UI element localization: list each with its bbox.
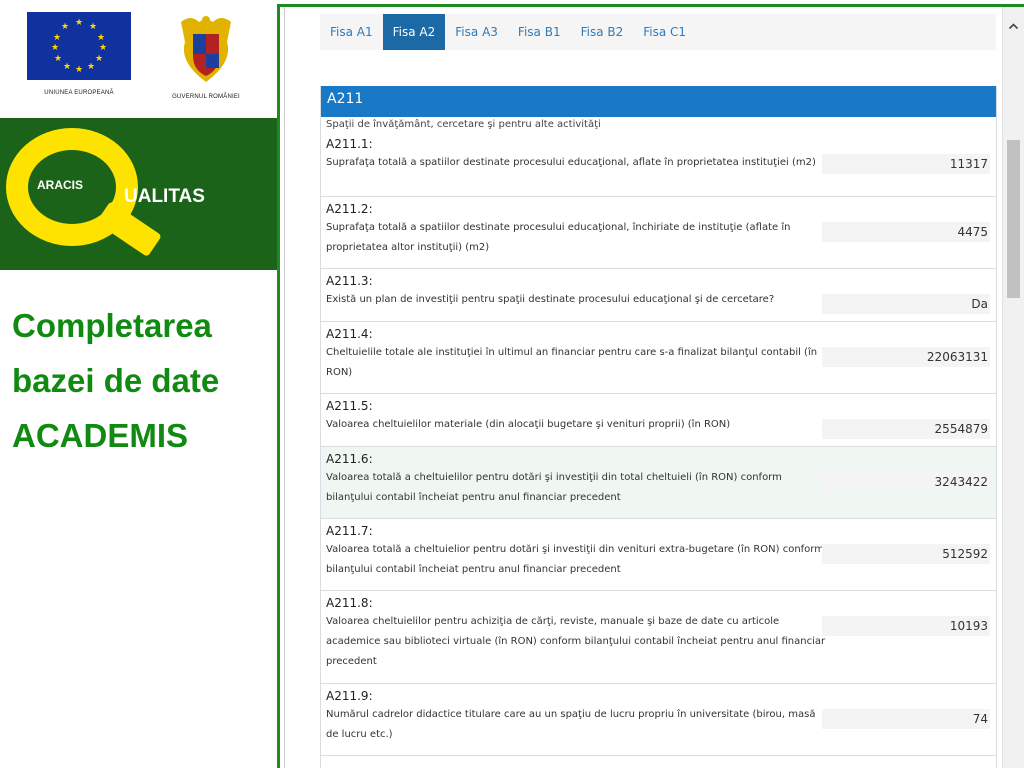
row-description: Numărul cadrelor didactice titulare care…	[326, 709, 816, 740]
row-code: A211.4:	[326, 327, 373, 341]
eu-logo: ★ ★ ★ ★ ★ ★ ★ ★ ★ ★ ★ ★ UNIUNEA EUROPEAN…	[26, 12, 132, 96]
table-row: A211.8: Valoarea cheltuielilor pentru ac…	[321, 591, 996, 684]
slide-title: Completarea bazei de date ACADEMIS	[12, 298, 274, 463]
slide-left-panel: ★ ★ ★ ★ ★ ★ ★ ★ ★ ★ ★ ★ UNIUNEA EUROPEAN…	[0, 0, 277, 768]
tab-fisa-b2[interactable]: Fisa B2	[571, 14, 634, 50]
row-description: Cheltuielile totale ale instituţiei în u…	[326, 347, 818, 378]
panel-subtitle: Spaţii de învăţământ, cercetare şi pentr…	[326, 119, 601, 130]
coat-of-arms-icon	[177, 12, 235, 84]
row-code: A211.9:	[326, 689, 373, 703]
row-value[interactable]: 512592	[822, 544, 990, 564]
row-description: Valoarea cheltuielilor pentru achiziţia …	[326, 616, 826, 667]
row-description: Există un plan de investiţii pentru spaţ…	[326, 294, 775, 305]
table-row: A211.2: Suprafaţa totală a spatiilor des…	[321, 197, 996, 269]
row-value[interactable]: 4475	[822, 222, 990, 242]
aracis-label: ARACIS	[37, 178, 84, 192]
row-description: Valoarea totală a cheltuielior pentru do…	[326, 544, 824, 575]
row-value[interactable]: 3243422	[822, 472, 990, 492]
row-code: A211.2:	[326, 202, 373, 216]
slide-title-line: Completarea	[12, 307, 212, 344]
row-value[interactable]: 10193	[822, 616, 990, 636]
table-row: A211.7: Valoarea totală a cheltuielior p…	[321, 519, 996, 591]
row-code: A211.1:	[326, 137, 373, 151]
slide-title-line: bazei de date	[12, 362, 220, 399]
row-value[interactable]: 22063131	[822, 347, 990, 367]
chevron-up-icon[interactable]	[1008, 21, 1019, 32]
scrollbar-thumb[interactable]	[1007, 140, 1020, 298]
tab-fisa-a3[interactable]: Fisa A3	[445, 14, 508, 50]
tab-fisa-b1[interactable]: Fisa B1	[508, 14, 571, 50]
row-description: Suprafaţa totală a spatiilor destinate p…	[326, 157, 816, 168]
government-logo: GUVERNUL ROMÂNIEI	[158, 12, 254, 100]
academis-screenshot: Fisa A1 Fisa A2 Fisa A3 Fisa B1 Fisa B2 …	[277, 4, 1024, 768]
table-row: A211.9: Numărul cadrelor didactice titul…	[321, 684, 996, 756]
table-row: A211.3: Există un plan de investiţii pen…	[321, 269, 996, 322]
qualitas-label: UALITAS	[124, 186, 205, 207]
row-code: A211.5:	[326, 399, 373, 413]
row-code: A211.3:	[326, 274, 373, 288]
table-row: A211.4: Cheltuielile totale ale instituţ…	[321, 322, 996, 394]
row-value[interactable]: 74	[822, 709, 990, 729]
panel-title: A211	[321, 86, 996, 117]
row-code: A211.7:	[326, 524, 373, 538]
table-row-highlighted: A211.6: Valoarea totală a cheltuielilor …	[321, 447, 996, 519]
tab-fisa-a1[interactable]: Fisa A1	[320, 14, 383, 50]
vertical-scrollbar[interactable]	[1002, 7, 1024, 768]
row-code: A211.8:	[326, 596, 373, 610]
aracis-qualitas-logo: ARACIS UALITAS	[0, 118, 277, 270]
row-value[interactable]: 11317	[822, 154, 990, 174]
eu-flag-icon: ★ ★ ★ ★ ★ ★ ★ ★ ★ ★ ★ ★	[27, 12, 131, 80]
tab-fisa-c1[interactable]: Fisa C1	[633, 14, 696, 50]
row-description: Valoarea totală a cheltuielilor pentru d…	[326, 472, 782, 503]
row-description: Suprafaţa totală a spatiilor destinate p…	[326, 222, 791, 253]
table-row: A211.5: Valoarea cheltuielilor materiale…	[321, 394, 996, 447]
government-caption: GUVERNUL ROMÂNIEI	[172, 94, 240, 100]
tab-fisa-a2[interactable]: Fisa A2	[382, 14, 446, 50]
slide-title-line: ACADEMIS	[12, 417, 189, 454]
row-value[interactable]: Da	[822, 294, 990, 314]
row-value[interactable]: 2554879	[822, 419, 990, 439]
eu-caption: UNIUNEA EUROPEANĂ	[44, 90, 114, 96]
row-description: Valoarea cheltuielilor materiale (din al…	[326, 419, 731, 430]
browser-content: Fisa A1 Fisa A2 Fisa A3 Fisa B1 Fisa B2 …	[284, 7, 1024, 768]
table-row: A211.1: Suprafaţa totală a spatiilor des…	[321, 132, 996, 197]
row-code: A211.6:	[326, 452, 373, 466]
fisa-tab-bar: Fisa A1 Fisa A2 Fisa A3 Fisa B1 Fisa B2 …	[320, 14, 996, 50]
a211-panel: A211 Spaţii de învăţământ, cercetare şi …	[320, 86, 997, 768]
